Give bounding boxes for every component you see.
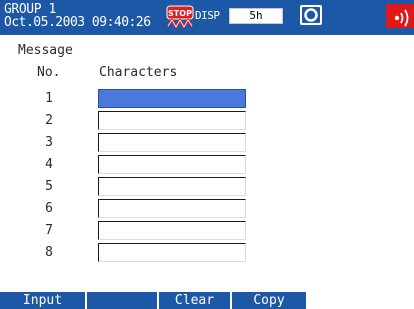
display-mode-label: DISP xyxy=(195,9,220,22)
message-characters-field[interactable] xyxy=(98,177,246,196)
status-bar: GROUP 1 Oct.05.2003 09:40:26 STOP DISP 5… xyxy=(0,0,414,35)
message-characters-field[interactable] xyxy=(98,243,246,262)
date-time: Oct.05.2003 09:40:26 xyxy=(4,15,151,30)
message-characters-field[interactable] xyxy=(98,221,246,240)
message-characters-field[interactable] xyxy=(98,155,246,174)
softkey-clear[interactable]: Clear xyxy=(159,292,232,309)
message-row: 7 xyxy=(0,220,414,242)
snapshot-icon xyxy=(300,5,322,25)
message-row: 5 xyxy=(0,176,414,198)
message-number: 6 xyxy=(45,201,53,216)
softkey-input[interactable]: Input xyxy=(0,292,87,309)
message-number: 5 xyxy=(45,179,53,194)
column-header-characters: Characters xyxy=(99,65,178,80)
message-row: 8 xyxy=(0,242,414,264)
message-row: 6 xyxy=(0,198,414,220)
stop-indicator-icon: STOP xyxy=(166,5,194,29)
message-number: 7 xyxy=(45,223,53,238)
message-row: 3 xyxy=(0,132,414,154)
softkey-copy[interactable]: Copy xyxy=(232,292,308,309)
message-number: 1 xyxy=(45,91,53,106)
softkey-bar: Input Clear Copy xyxy=(0,292,414,309)
screen-title: Message xyxy=(18,43,73,58)
column-header-no: No. xyxy=(37,65,61,80)
message-characters-field[interactable] xyxy=(98,111,246,130)
stop-badge-text: STOP xyxy=(168,9,192,18)
message-number: 4 xyxy=(45,157,53,172)
message-characters-field[interactable] xyxy=(98,199,246,218)
message-row: 4 xyxy=(0,154,414,176)
message-row: 1 xyxy=(0,88,414,110)
message-number: 3 xyxy=(45,135,53,150)
message-characters-field[interactable] xyxy=(98,133,246,152)
message-number: 2 xyxy=(45,113,53,128)
message-number: 8 xyxy=(45,245,53,260)
softkey-blank[interactable] xyxy=(87,292,159,309)
alarm-icon xyxy=(386,4,414,28)
display-span: 5h xyxy=(229,8,283,24)
message-characters-field[interactable] xyxy=(98,89,246,108)
message-row: 2 xyxy=(0,110,414,132)
